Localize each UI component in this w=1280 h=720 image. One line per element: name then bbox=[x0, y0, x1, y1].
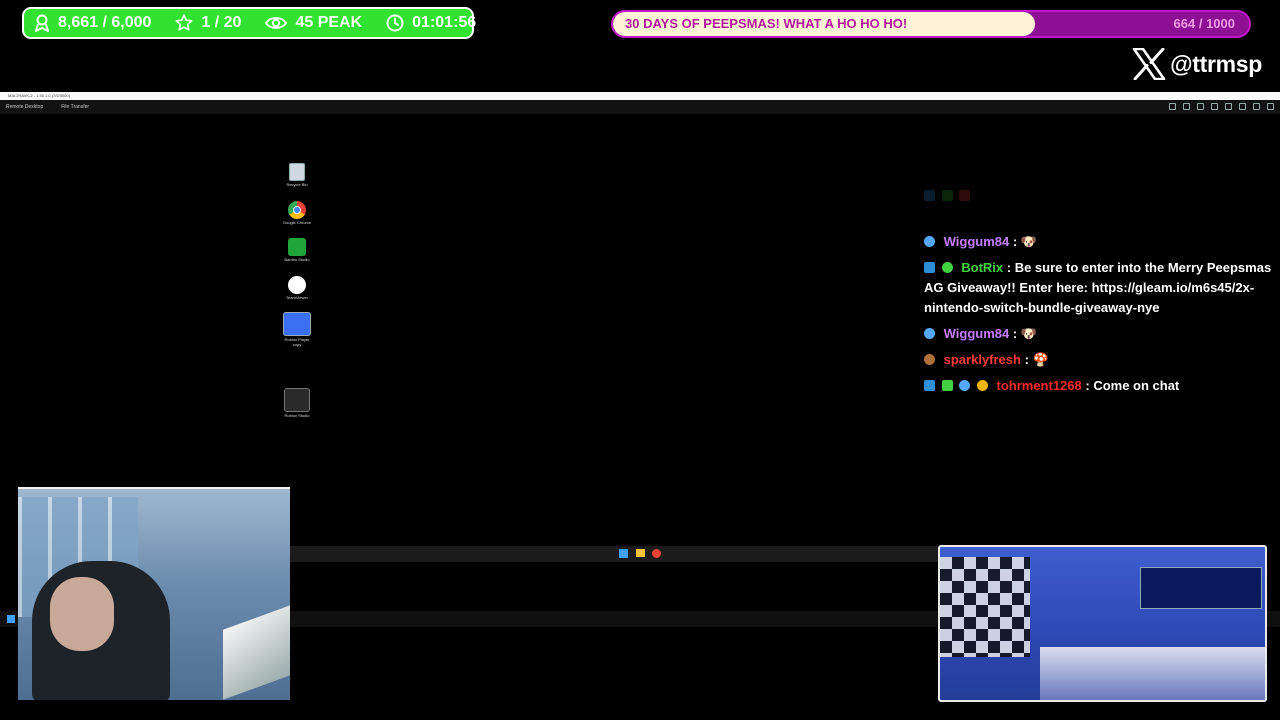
social-handle: @ttrmsp bbox=[1132, 48, 1262, 80]
stars-value: 1 / 20 bbox=[201, 14, 242, 31]
desktop-icon-label: TeamViewer bbox=[286, 295, 308, 300]
social-handle-text: @ttrmsp bbox=[1170, 50, 1262, 77]
chat-username: sparklyfresh bbox=[943, 352, 1021, 367]
clock-icon bbox=[386, 14, 404, 32]
chat-icon[interactable] bbox=[1211, 103, 1218, 110]
file-transfer-menu[interactable]: File Transfer bbox=[61, 104, 89, 110]
settings-icon[interactable] bbox=[1169, 103, 1176, 110]
chat-message: Wiggum84 : 🐶 bbox=[924, 232, 1280, 252]
badge-icon bbox=[924, 354, 935, 365]
chat-username: Wiggum84 bbox=[943, 234, 1010, 249]
streamer-webcam bbox=[18, 487, 290, 700]
fullscreen-icon[interactable] bbox=[1253, 103, 1260, 110]
remote-desktop-title: MAL2HAVK-2 - 1.50.1.0 (7/5/3000) bbox=[8, 93, 70, 98]
file-explorer-icon[interactable] bbox=[636, 549, 645, 557]
desktop-icon-label: Google Chrome bbox=[282, 220, 312, 225]
desktop-icon-chrome[interactable]: Google Chrome bbox=[282, 201, 312, 225]
disconnect-icon[interactable] bbox=[1267, 103, 1274, 110]
desktop-icon-recycle-bin[interactable]: Recycle Bin bbox=[282, 163, 312, 187]
peak-viewers-value: 45 PEAK bbox=[295, 14, 363, 31]
desktop-icon-teamviewer[interactable]: TeamViewer bbox=[282, 276, 312, 300]
badge-icon bbox=[976, 380, 988, 391]
chat-message-text: 🍄 bbox=[1032, 352, 1049, 367]
monitor-icon[interactable] bbox=[1239, 103, 1246, 110]
followers-value: 8,661 / 6,000 bbox=[58, 14, 152, 31]
teamviewer-icon bbox=[288, 276, 306, 294]
desk-monitors bbox=[1140, 567, 1262, 609]
remote-desktop-menu[interactable]: Remote Desktop bbox=[6, 104, 43, 110]
streamer-face bbox=[50, 577, 114, 651]
chat-message: BotRix : Be sure to enter into the Merry… bbox=[924, 260, 1272, 315]
windows-start-icon[interactable] bbox=[619, 549, 628, 558]
record-icon[interactable] bbox=[1225, 103, 1232, 110]
chat-username: BotRix bbox=[961, 260, 1004, 275]
recycle-bin-icon bbox=[289, 163, 305, 181]
stars-stat: 1 / 20 bbox=[175, 14, 241, 32]
x-logo-icon bbox=[1132, 48, 1166, 80]
chat-message-text: Come on chat bbox=[1093, 378, 1180, 393]
chrome-icon bbox=[288, 201, 306, 219]
badge-icon bbox=[941, 190, 953, 201]
desktop-icon-label: Bambu Studio bbox=[284, 257, 310, 262]
badge-icon bbox=[959, 380, 971, 391]
desktop-icon-label: Roblox Player copy bbox=[284, 337, 310, 347]
roblox-player-icon bbox=[283, 312, 311, 336]
badge-icon bbox=[959, 190, 971, 201]
chat-message: tohrment1268 : Come on chat bbox=[924, 376, 1280, 396]
stream-stats-bar: 8,661 / 6,000 1 / 20 45 PEAK 01:01:56 bbox=[22, 7, 476, 39]
uptime-stat: 01:01:56 bbox=[386, 14, 476, 32]
badge-icon bbox=[924, 328, 935, 339]
badge-icon bbox=[924, 190, 935, 201]
badge-icon bbox=[924, 236, 935, 247]
windows-start-icon[interactable] bbox=[7, 615, 15, 623]
chrome-taskbar-icon[interactable] bbox=[652, 549, 661, 558]
followers-stat: 8,661 / 6,000 bbox=[34, 14, 151, 32]
screenshot-icon[interactable] bbox=[1183, 103, 1190, 110]
eye-icon bbox=[265, 17, 288, 29]
chat-message-text: 🐶 bbox=[1020, 234, 1037, 249]
peak-viewers-stat: 45 PEAK bbox=[265, 14, 362, 32]
desktop-icon-roblox-studio[interactable]: Roblox Studio bbox=[282, 388, 312, 418]
star-icon bbox=[175, 14, 193, 31]
chat-message-text: 🐶 bbox=[1020, 326, 1037, 341]
desktop-icon-label: Roblox Studio bbox=[284, 413, 310, 418]
remote-desktop-titlebar: MAL2HAVK-2 - 1.50.1.0 (7/5/3000) bbox=[0, 92, 1280, 100]
uptime-value: 01:01:56 bbox=[412, 14, 477, 31]
chat-username: Wiggum84 bbox=[943, 326, 1010, 341]
badge-icon bbox=[924, 262, 935, 273]
badge-icon bbox=[924, 380, 935, 391]
roblox-studio-icon bbox=[284, 388, 310, 412]
checkered-wall bbox=[940, 557, 1030, 657]
goal-progress-bar: 30 DAYS OF PEEPSMAS! WHAT A HO HO HO! 66… bbox=[611, 10, 1251, 38]
keyboard-instrument bbox=[223, 604, 290, 700]
followers-icon bbox=[35, 14, 49, 32]
chat-overlay: Wiggum84 : 🐶 BotRix : Be sure to enter i… bbox=[924, 186, 1280, 402]
desktop-icon-roblox-player[interactable]: Roblox Player copy bbox=[282, 312, 312, 347]
desktop-icon-bambu-studio[interactable]: Bambu Studio bbox=[282, 238, 312, 262]
chat-message-faded bbox=[924, 186, 1280, 226]
remote-taskbar bbox=[290, 546, 938, 562]
room-webcam bbox=[938, 545, 1267, 702]
goal-title: 30 DAYS OF PEEPSMAS! WHAT A HO HO HO! bbox=[625, 16, 908, 31]
badge-icon bbox=[941, 380, 953, 391]
bambu-studio-icon bbox=[288, 238, 306, 256]
remote-desktop-tools bbox=[1169, 103, 1274, 110]
desktop-icon-label: Recycle Bin bbox=[286, 182, 308, 187]
desk-surface bbox=[1040, 647, 1265, 700]
verified-icon bbox=[941, 262, 953, 273]
chat-message: Wiggum84 : 🐶 bbox=[924, 324, 1280, 344]
chat-username: tohrment1268 bbox=[996, 378, 1082, 393]
chat-message: sparklyfresh : 🍄 bbox=[924, 350, 1280, 370]
keyboard-icon[interactable] bbox=[1197, 103, 1204, 110]
goal-count: 664 / 1000 bbox=[1173, 16, 1235, 31]
remote-desktop-toolbar: Remote Desktop File Transfer bbox=[0, 100, 1280, 114]
